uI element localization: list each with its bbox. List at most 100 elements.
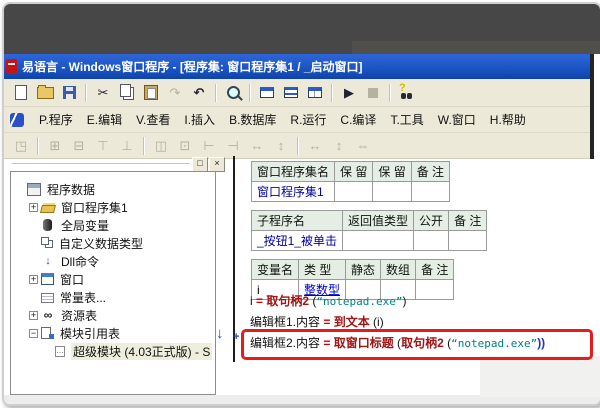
copy-icon (120, 84, 131, 97)
paste-button[interactable] (140, 82, 162, 104)
same-size-icon: ⇔ (356, 138, 370, 153)
table-cell[interactable] (342, 230, 415, 251)
layout-top-button[interactable] (280, 82, 302, 104)
tree-item-label: Dll命令 (61, 254, 99, 269)
redo-icon: ↷ (169, 85, 181, 100)
layout-split-button[interactable] (304, 82, 326, 104)
table-cell[interactable] (372, 181, 412, 202)
new-file-button[interactable] (10, 82, 32, 104)
title-bar: 易语言 - Windows窗口程序 - [程序集: 窗口程序集1 / _启动窗口… (4, 54, 590, 79)
copy-button[interactable] (116, 82, 138, 104)
code-line-1[interactable]: i = 取句柄2 (“notepad.exe”) (250, 291, 590, 312)
tree-expander-icon[interactable]: + (29, 310, 38, 320)
assembly-icon (40, 204, 56, 213)
new-file-icon (15, 85, 27, 100)
window-right-border (590, 54, 594, 159)
menu-item-program[interactable]: P.程序 (39, 111, 73, 128)
menu-item-view[interactable]: V.查看 (136, 111, 170, 128)
table-header-row: 窗口程序集名保 留保 留备 注 (250, 161, 451, 182)
sidebar-grip[interactable] (12, 163, 190, 168)
table-cell[interactable] (413, 230, 450, 251)
align-right-edge-button: ⊣ (222, 135, 244, 157)
stop-icon (368, 87, 378, 98)
table-header-row: 变量名类 型静态 数组备 注 (250, 259, 455, 280)
cut-button[interactable]: ✂ (92, 82, 114, 104)
module-table-icon (41, 327, 54, 339)
undo-button[interactable]: ↶ (188, 82, 210, 104)
column-header: 变量名 (250, 259, 300, 280)
panel-float-button[interactable]: □ (192, 157, 208, 172)
form-toolbar: ◳ ⊞ ⊟ ⊤ ⊥ ◫ ⊡ ⊢ ⊣ ↔ ↕ ↔ ↕ ⇔ (4, 133, 590, 159)
table-row: 窗口程序集1 (250, 181, 451, 202)
save-icon (62, 86, 76, 99)
tree-expander-icon[interactable]: − (29, 328, 38, 338)
tree-item-[interactable]: +自定义数据类型 (11, 234, 215, 252)
table-cell[interactable] (448, 230, 488, 251)
table-cell[interactable] (334, 181, 374, 202)
const-table-icon (41, 292, 54, 303)
cut-icon: ✂ (97, 85, 109, 100)
highlight-annotation-box (241, 329, 593, 360)
table-cell[interactable]: 窗口程序集1 (250, 181, 336, 202)
toolbar-separator (389, 83, 391, 102)
tree-item-403S[interactable]: +…超级模块 (4.03正式版) - S (11, 342, 215, 360)
menu-item-tools[interactable]: T.工具 (390, 111, 423, 128)
space-equal-h-button: ↔ (246, 135, 268, 157)
code-token: ) (402, 294, 407, 308)
menu-bar-items: P.程序 E.编辑 V.查看 I.插入 B.数据库 R.运行 C.编译 T.工具 W.窗口 H.帮… (32, 111, 533, 128)
menu-item-run[interactable]: R.运行 (290, 111, 326, 128)
sidebar-header-buttons: □ × (192, 157, 225, 172)
run-button[interactable]: ▶ (338, 82, 360, 104)
table-cell[interactable]: _按钮1_被单击 (250, 230, 344, 251)
menu-item-edit[interactable]: E.编辑 (87, 111, 122, 128)
toolbar-separator (85, 83, 87, 102)
window-title: 易语言 - Windows窗口程序 - [程序集: 窗口程序集1 / _启动窗口… (22, 60, 363, 74)
code-token: = (320, 315, 334, 329)
menu-item-insert[interactable]: I.插入 (184, 111, 215, 128)
content-area: □× +程序数据+窗口程序集1+全局变量+自定义数据类型+↓Dll命令+窗口+常… (4, 156, 600, 404)
same-width-icon: ↔ (308, 138, 322, 153)
menu-item-window[interactable]: W.窗口 (438, 111, 476, 128)
menu-item-database[interactable]: B.数据库 (229, 111, 276, 128)
tree-item-[interactable]: +常量表... (11, 288, 215, 306)
tree-item-Dll[interactable]: +↓Dll命令 (11, 252, 215, 270)
align-center-h-button: ◫ (150, 135, 172, 157)
save-button[interactable] (58, 82, 80, 104)
current-line-arrow-icon: ↓ (216, 325, 224, 342)
layout-top-icon (284, 87, 298, 98)
column-header: 数组 (380, 259, 417, 280)
same-size-button: ⇔ (352, 135, 374, 157)
column-header: 窗口程序集名 (250, 161, 336, 182)
menu-item-compile[interactable]: C.编译 (340, 111, 376, 128)
tree-item-[interactable]: +全局变量 (11, 216, 215, 234)
menu-item-help[interactable]: H.帮助 (490, 111, 526, 128)
tree-expander-icon[interactable]: + (29, 274, 38, 284)
subroutine-table-grid: 子程序名 返回值类型 公开备 注 _按钮1_被单击 (250, 210, 488, 251)
function-token: 到文本 (333, 315, 370, 329)
app-window: 易语言 - Windows窗口程序 - [程序集: 窗口程序集1 / _启动窗口… (2, 2, 600, 406)
table-row: _按钮1_被单击 (250, 230, 488, 251)
tree-item-label: 超级模块 (4.03正式版) - S (71, 342, 213, 360)
tree-item-[interactable]: + 窗口 (11, 270, 215, 288)
help-find-button[interactable] (396, 82, 418, 104)
undo-icon: ↶ (193, 85, 205, 100)
find-button[interactable] (222, 82, 244, 104)
align-add-right-button: ⊟ (68, 135, 90, 157)
tree-expander-icon[interactable]: + (29, 202, 38, 212)
toolbar-separator (37, 136, 39, 155)
table-cell[interactable] (410, 181, 451, 202)
tree-item-[interactable]: + ∞ 资源表 (11, 306, 215, 324)
project-tree: +程序数据 + 窗口程序集1+全局变量+自定义数据类型 + ↓ Dll命令 + 窗口+常量表.… (10, 171, 216, 395)
open-file-button[interactable] (34, 82, 56, 104)
tree-item-[interactable]: +程序数据 (11, 180, 215, 198)
column-header: 备 注 (415, 259, 455, 280)
form-grid-icon: ◳ (14, 138, 28, 153)
panel-close-button[interactable]: × (209, 157, 225, 172)
data-type-icon (41, 237, 49, 245)
tree-item-1[interactable]: + 窗口程序集1 (11, 198, 215, 216)
tree-item-[interactable]: − 模块引用表 (11, 324, 215, 342)
layout-left-button[interactable] (256, 82, 278, 104)
paste-icon (144, 85, 158, 100)
assembly-table-grid: 窗口程序集名保 留保 留备 注窗口程序集1 (250, 161, 451, 202)
toolbar-separator (297, 136, 299, 155)
